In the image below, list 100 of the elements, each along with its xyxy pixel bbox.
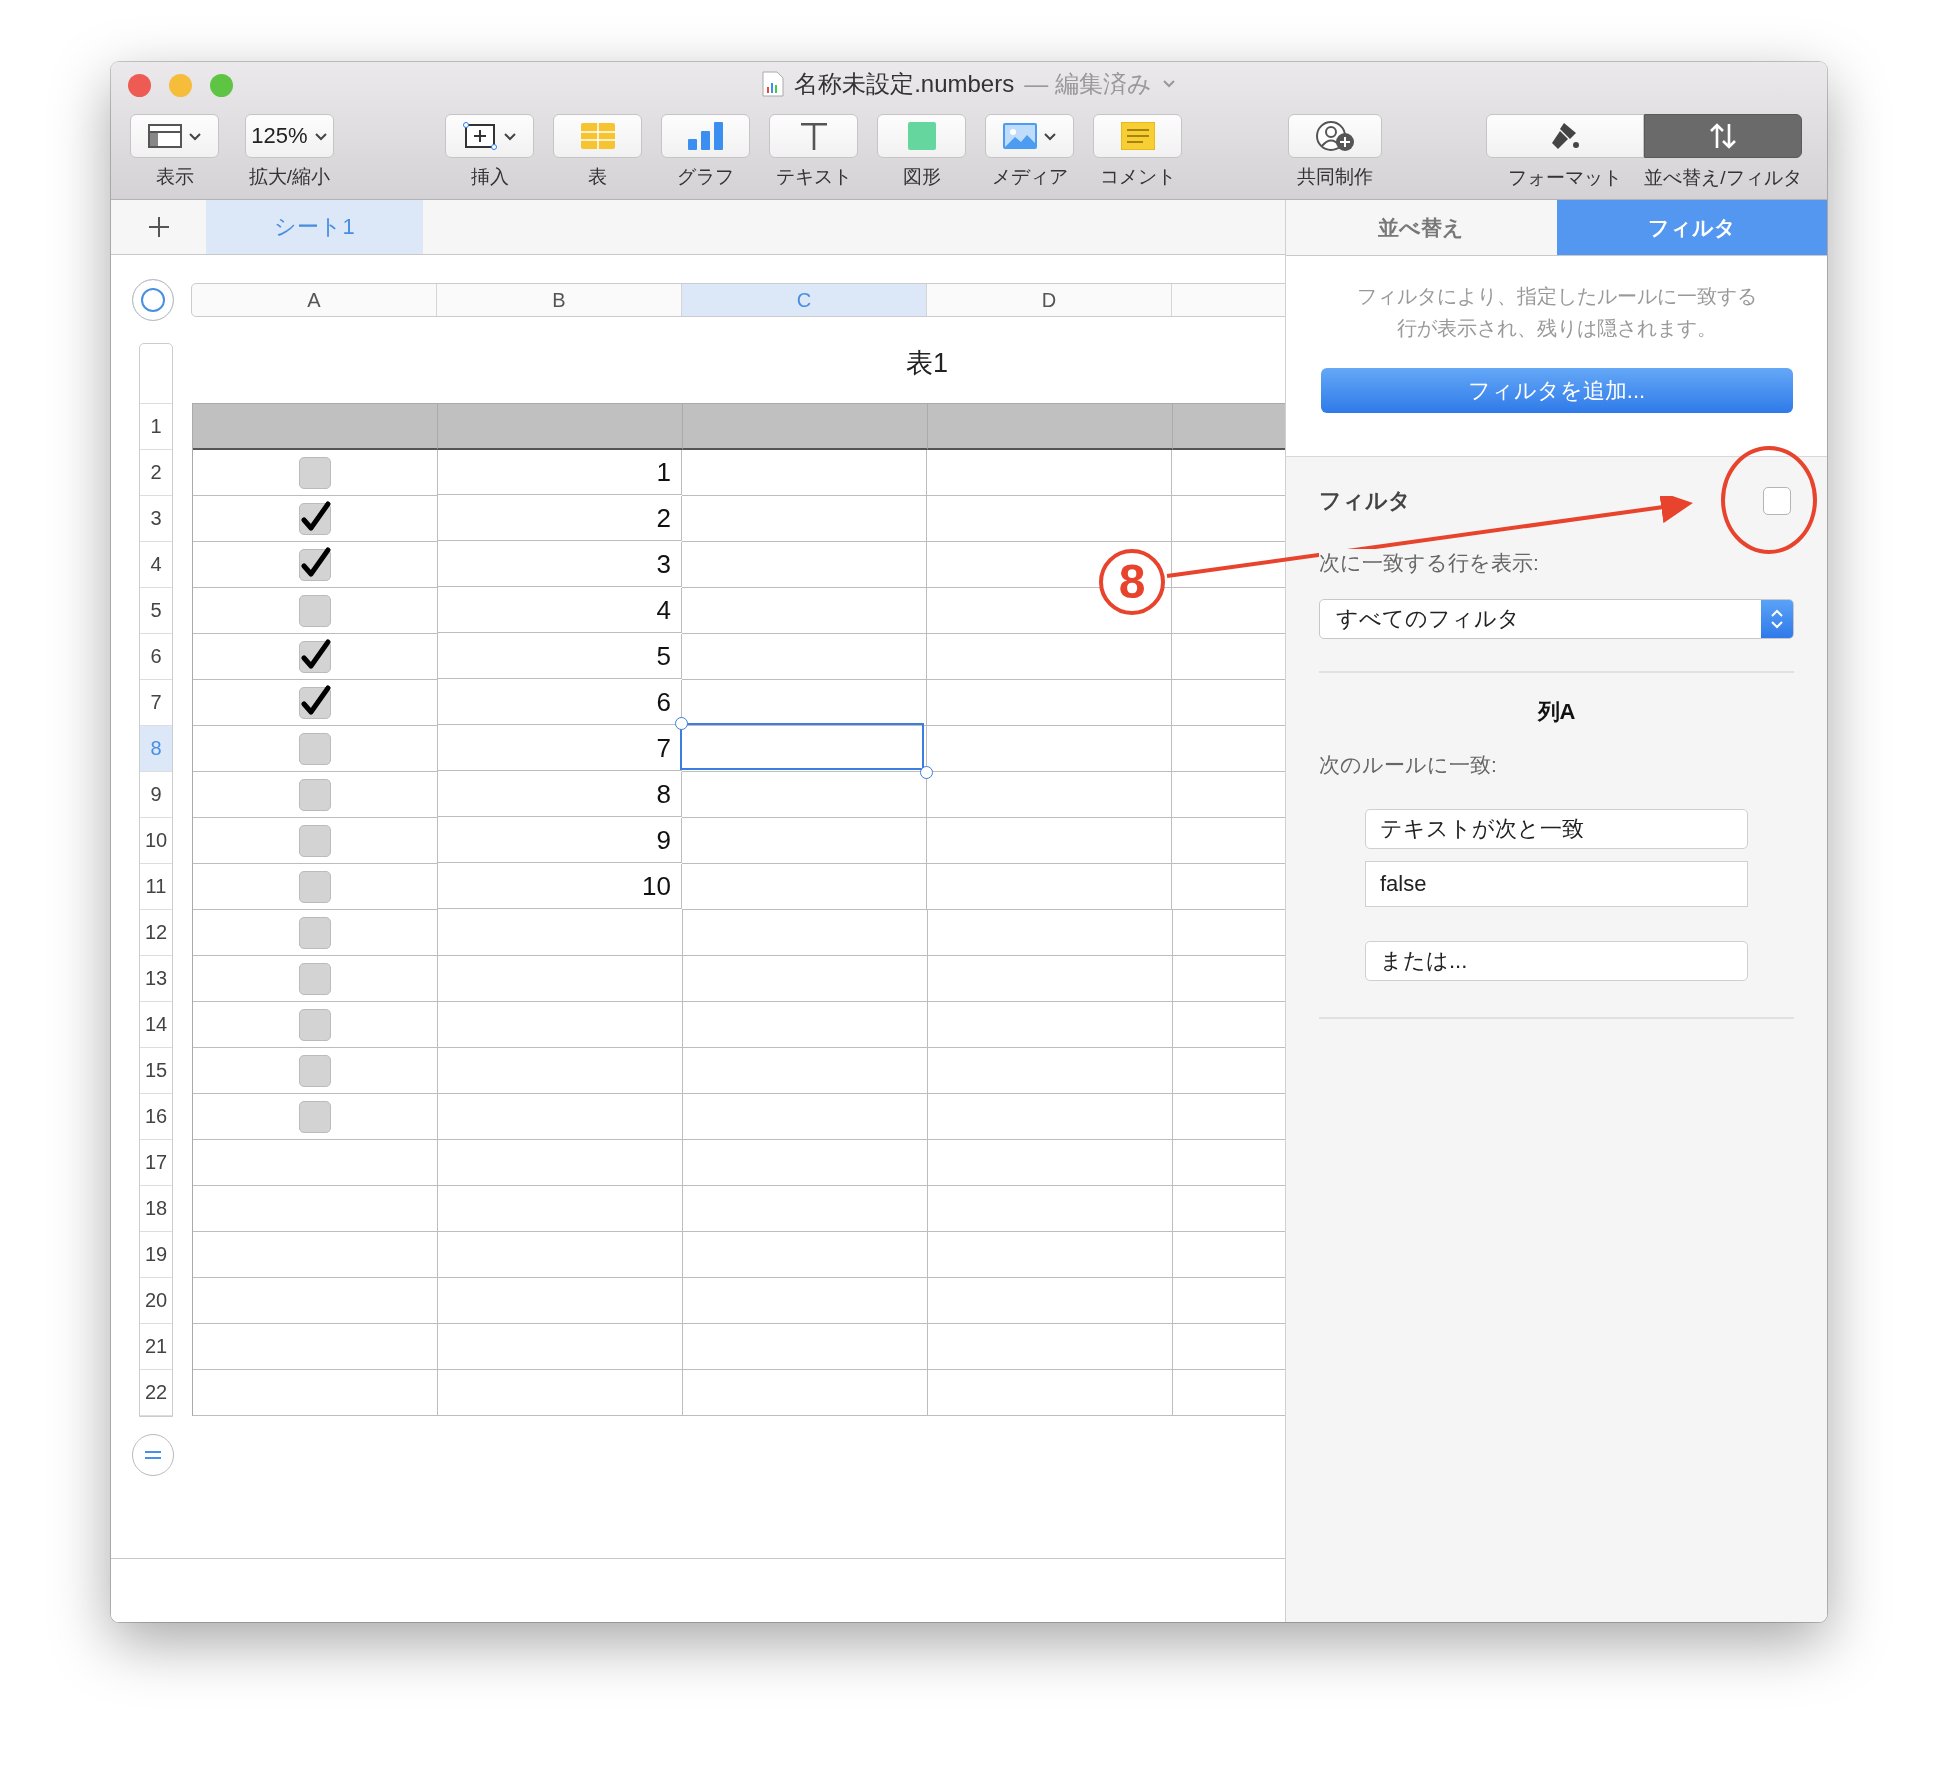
media-button[interactable]: [985, 114, 1074, 158]
row-number[interactable]: 11: [140, 864, 172, 910]
row-number[interactable]: 17: [140, 1140, 172, 1186]
close-button[interactable]: [128, 74, 151, 97]
checkbox[interactable]: [299, 1100, 331, 1133]
table-grid-icon: [580, 123, 615, 149]
checkbox[interactable]: [299, 456, 331, 489]
row-number[interactable]: 10: [140, 818, 172, 864]
table-button[interactable]: [553, 114, 642, 158]
checkbox[interactable]: [299, 1008, 331, 1041]
checkbox[interactable]: [299, 778, 331, 811]
row-number[interactable]: 13: [140, 956, 172, 1002]
toolbar-label: コメント: [1099, 165, 1176, 189]
select-all-button[interactable]: [132, 279, 174, 321]
section-title: フィルタ: [1319, 487, 1411, 515]
text-t-icon: [799, 122, 828, 150]
layout-icon: [147, 124, 182, 148]
toolbar-label: グラフ: [677, 165, 734, 189]
insert-box-icon: [462, 122, 497, 150]
checkbox[interactable]: [299, 916, 331, 949]
window-title: 名称未設定.numbers: [794, 69, 1015, 99]
row-number[interactable]: 21: [140, 1324, 172, 1370]
image-icon: [1002, 123, 1037, 149]
toolbar-label: 共同制作: [1297, 165, 1373, 189]
selection-handle[interactable]: [920, 766, 933, 779]
table-cell: 10: [438, 864, 682, 909]
row-number[interactable]: 18: [140, 1186, 172, 1232]
view-button[interactable]: [130, 114, 219, 158]
table-cell: 1: [438, 450, 682, 495]
chevron-down-icon: [187, 130, 202, 142]
checkbox[interactable]: [299, 824, 331, 857]
shape-button[interactable]: [877, 114, 966, 158]
selection-handle[interactable]: [675, 717, 688, 730]
checkbox[interactable]: [299, 594, 331, 627]
text-button[interactable]: [769, 114, 858, 158]
checkbox[interactable]: [299, 732, 331, 765]
toolbar-label: 拡大/縮小: [248, 165, 331, 189]
row-number[interactable]: 16: [140, 1094, 172, 1140]
row-number[interactable]: 22: [140, 1370, 172, 1416]
row-number[interactable]: 2: [140, 450, 172, 496]
column-header[interactable]: D: [927, 284, 1172, 316]
row-number[interactable]: 15: [140, 1048, 172, 1094]
toolbar-label: 表示: [155, 165, 194, 189]
insert-button[interactable]: [445, 114, 534, 158]
square-shape-icon: [907, 122, 936, 150]
table-cell: 3: [438, 542, 682, 587]
description-text: フィルタにより、指定したルールに一致する行が表示され、残りは隠されます。: [1355, 284, 1758, 341]
row-number[interactable]: 14: [140, 1002, 172, 1048]
sort-filter-button[interactable]: [1644, 114, 1802, 158]
zoom-button[interactable]: 125%: [245, 114, 334, 158]
match-dropdown[interactable]: すべてのフィルタ: [1319, 599, 1794, 639]
checkbox[interactable]: [1763, 487, 1791, 515]
row-number[interactable]: 3: [140, 496, 172, 542]
bar-chart-icon: [687, 122, 724, 150]
document-status: — 編集済み: [1024, 69, 1152, 99]
row-number[interactable]: 9: [140, 772, 172, 818]
equals-icon: [145, 1450, 161, 1460]
row-number[interactable]: 6: [140, 634, 172, 680]
checkbox[interactable]: [299, 640, 331, 673]
column-header[interactable]: A: [192, 284, 437, 316]
chevron-down-icon: [502, 130, 517, 142]
chevron-down-icon: [313, 130, 328, 142]
checkbox[interactable]: [299, 686, 331, 719]
collab-button[interactable]: [1288, 114, 1382, 158]
condition-popup[interactable]: テキストが次と一致: [1365, 809, 1748, 849]
row-number[interactable]: 5: [140, 588, 172, 634]
zoom-button[interactable]: [210, 74, 233, 97]
comment-button[interactable]: [1093, 114, 1182, 158]
checkbox[interactable]: [299, 548, 331, 581]
toolbar-label: フォーマット: [1507, 166, 1623, 190]
format-button[interactable]: [1486, 114, 1644, 158]
toolbar-label: メディア: [991, 165, 1068, 189]
row-number[interactable]: 1: [140, 404, 172, 450]
chart-button[interactable]: [661, 114, 750, 158]
document-icon: [762, 71, 785, 97]
checkbox[interactable]: [299, 962, 331, 995]
table-title: 表1: [905, 347, 949, 380]
add-row-button[interactable]: [132, 1434, 174, 1476]
or-button[interactable]: または...: [1365, 941, 1748, 981]
note-icon: [1120, 122, 1155, 150]
row-number[interactable]: 12: [140, 910, 172, 956]
toolbar-label: 挿入: [470, 165, 509, 189]
table-cell: 7: [438, 726, 682, 771]
row-number[interactable]: 20: [140, 1278, 172, 1324]
paintbrush-icon: [1550, 121, 1580, 151]
table-cell: 8: [438, 772, 682, 817]
chevron-down-icon: [1161, 78, 1176, 90]
checkbox[interactable]: [299, 870, 331, 903]
row-number[interactable]: 19: [140, 1232, 172, 1278]
toolbar-label: テキスト: [775, 165, 852, 189]
toolbar-label: 図形: [902, 165, 941, 189]
row-number[interactable]: 4: [140, 542, 172, 588]
checkbox[interactable]: [299, 502, 331, 535]
stepper-arrows-icon: [1770, 607, 1784, 631]
column-title: 列A: [1536, 698, 1577, 726]
sort-arrows-icon: [1709, 122, 1737, 150]
checkbox[interactable]: [299, 1054, 331, 1087]
value-input-field[interactable]: false: [1365, 861, 1748, 907]
person-add-icon: [1315, 120, 1355, 152]
table-cell: 4: [438, 588, 682, 633]
